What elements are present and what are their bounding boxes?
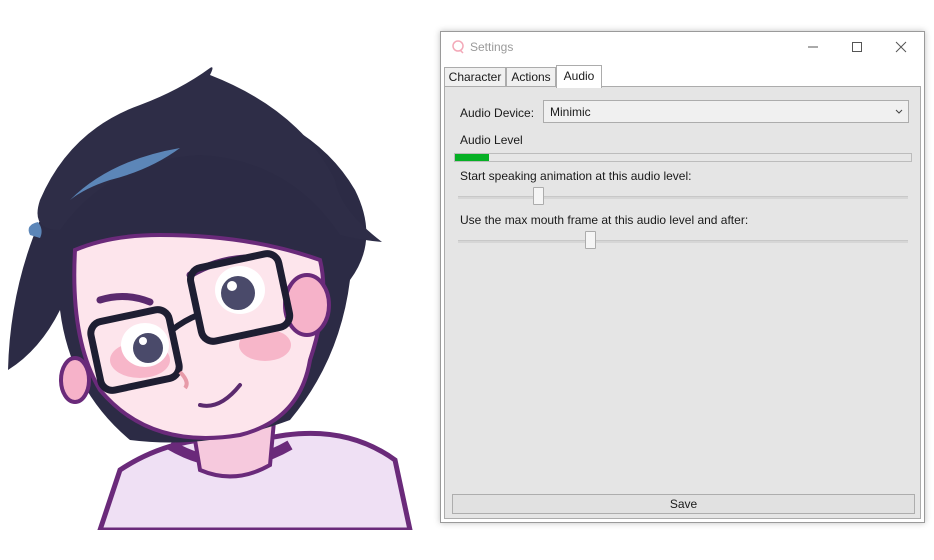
audio-device-value: Minimic (550, 105, 591, 119)
settings-window: Settings Character Actions Audio Audio D… (440, 31, 925, 523)
tab-audio[interactable]: Audio (556, 65, 602, 88)
maximize-button[interactable] (835, 32, 879, 62)
max-mouth-slider-thumb[interactable] (584, 231, 596, 249)
chevron-down-icon (895, 109, 903, 114)
maximize-icon (852, 42, 862, 52)
close-button[interactable] (879, 32, 923, 62)
audio-level-label: Audio Level (460, 133, 523, 147)
tab-character[interactable]: Character (444, 67, 506, 86)
audio-tab-panel: Audio Device: Minimic Audio Level Start … (444, 86, 921, 519)
audio-device-select[interactable]: Minimic (543, 100, 909, 123)
start-speaking-slider-track (458, 196, 908, 199)
window-title: Settings (470, 40, 514, 54)
minimize-icon (808, 46, 818, 48)
save-button[interactable]: Save (452, 494, 915, 514)
start-speaking-slider-thumb[interactable] (533, 187, 544, 205)
max-mouth-slider-track (458, 240, 908, 243)
audio-device-label: Audio Device: (460, 106, 535, 120)
audio-level-fill (455, 154, 489, 161)
audio-level-meter (454, 153, 912, 162)
max-mouth-label: Use the max mouth frame at this audio le… (460, 213, 749, 227)
start-speaking-label: Start speaking animation at this audio l… (460, 169, 692, 183)
minimize-button[interactable] (791, 32, 835, 62)
avatar-illustration (8, 67, 413, 530)
tab-actions[interactable]: Actions (506, 67, 556, 86)
title-bar[interactable]: Settings (441, 32, 924, 62)
close-icon (895, 41, 907, 53)
start-speaking-slider[interactable] (458, 187, 908, 211)
max-mouth-slider[interactable] (458, 231, 908, 255)
app-logo-icon (452, 40, 464, 54)
